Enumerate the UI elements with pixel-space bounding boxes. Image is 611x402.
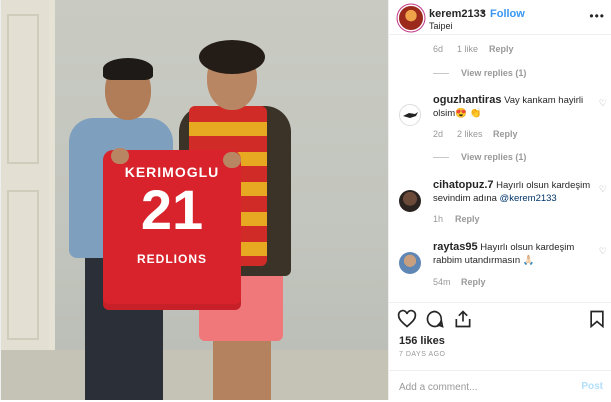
reply-button[interactable]: Reply	[489, 44, 514, 54]
follow-button[interactable]: Follow	[490, 8, 525, 20]
door-panel	[7, 14, 39, 164]
post-header: kerem2133 • Follow Taipei •••	[389, 0, 611, 35]
add-comment-input[interactable]	[399, 379, 569, 395]
author-username[interactable]: kerem2133	[429, 8, 486, 20]
post-location[interactable]: Taipei	[429, 21, 453, 31]
like-comment-heart-icon[interactable]: ♡	[599, 184, 607, 195]
comment-text: raytas95 Hayırlı olsun kardeşim rabbim u…	[433, 241, 593, 267]
replies-divider	[433, 157, 449, 158]
comment-avatar[interactable]	[399, 252, 421, 274]
like-comment-heart-icon[interactable]: ♡	[599, 246, 607, 257]
bookmark-icon[interactable]	[587, 309, 607, 329]
view-replies-button[interactable]: View replies (1)	[461, 152, 526, 162]
add-comment-bar: Post	[389, 370, 611, 402]
hand-right	[223, 152, 241, 168]
comment-likes[interactable]: 1 like	[457, 44, 478, 54]
comment-avatar[interactable]	[399, 104, 421, 126]
red-jersey: KERIMOGLU 21 REDLIONS	[103, 150, 241, 310]
comment-username[interactable]: cihatopuz.7	[433, 179, 494, 191]
likes-count[interactable]: 156 likes	[399, 335, 445, 347]
door-panel	[7, 190, 39, 340]
jersey-sponsor: REDLIONS	[136, 252, 207, 266]
comment-time: 54m	[433, 277, 451, 287]
person-left-hair	[103, 58, 153, 80]
background-door	[1, 0, 51, 400]
view-replies-button[interactable]: View replies (1)	[461, 68, 526, 78]
comment-mention[interactable]: @kerem2133	[500, 193, 557, 204]
reply-button[interactable]: Reply	[455, 214, 480, 224]
reply-button[interactable]: Reply	[493, 129, 518, 139]
share-icon[interactable]	[453, 309, 473, 329]
heart-icon[interactable]	[397, 309, 417, 329]
reply-button[interactable]: Reply	[461, 277, 486, 287]
replies-divider	[433, 73, 449, 74]
comment-icon[interactable]	[425, 309, 445, 329]
comment-time: 6d	[433, 44, 444, 54]
post-actions: 156 likes 7 DAYS AGO Post	[389, 302, 611, 401]
person-right-legs	[213, 338, 271, 400]
bird-icon	[403, 112, 418, 118]
comment-text: oguzhantiras Vay kankam hayirli olsim😍 👏	[433, 94, 593, 120]
author-avatar[interactable]	[399, 6, 423, 30]
post-time: 7 DAYS AGO	[399, 351, 446, 358]
background-rail	[49, 0, 55, 400]
comment-text: cihatopuz.7 Hayırlı olsun kardeşim sevin…	[433, 179, 593, 205]
post-comment-button[interactable]: Post	[581, 381, 603, 392]
comment-avatar[interactable]	[399, 190, 421, 212]
comment-username[interactable]: oguzhantiras	[433, 94, 501, 106]
comments-list[interactable]: 6d 1 like Reply View replies (1) oguzhan…	[389, 34, 611, 304]
separator-dot: •	[481, 7, 485, 19]
comment-time: 1h	[433, 214, 444, 224]
instagram-post: KERIMOGLU 21 REDLIONS kerem2133 • Follow…	[0, 0, 611, 400]
comment-time: 2d	[433, 129, 444, 139]
hand-left	[111, 148, 129, 164]
post-photo[interactable]: KERIMOGLU 21 REDLIONS	[1, 0, 388, 400]
like-comment-heart-icon[interactable]: ♡	[599, 98, 607, 109]
more-icon[interactable]: •••	[589, 9, 605, 23]
jersey-number: 21	[140, 178, 204, 241]
comment-likes[interactable]: 2 likes	[457, 129, 483, 139]
person-right-hair	[199, 40, 265, 74]
comment-username[interactable]: raytas95	[433, 241, 478, 253]
post-side-panel: kerem2133 • Follow Taipei ••• 6d 1 like …	[388, 0, 611, 400]
